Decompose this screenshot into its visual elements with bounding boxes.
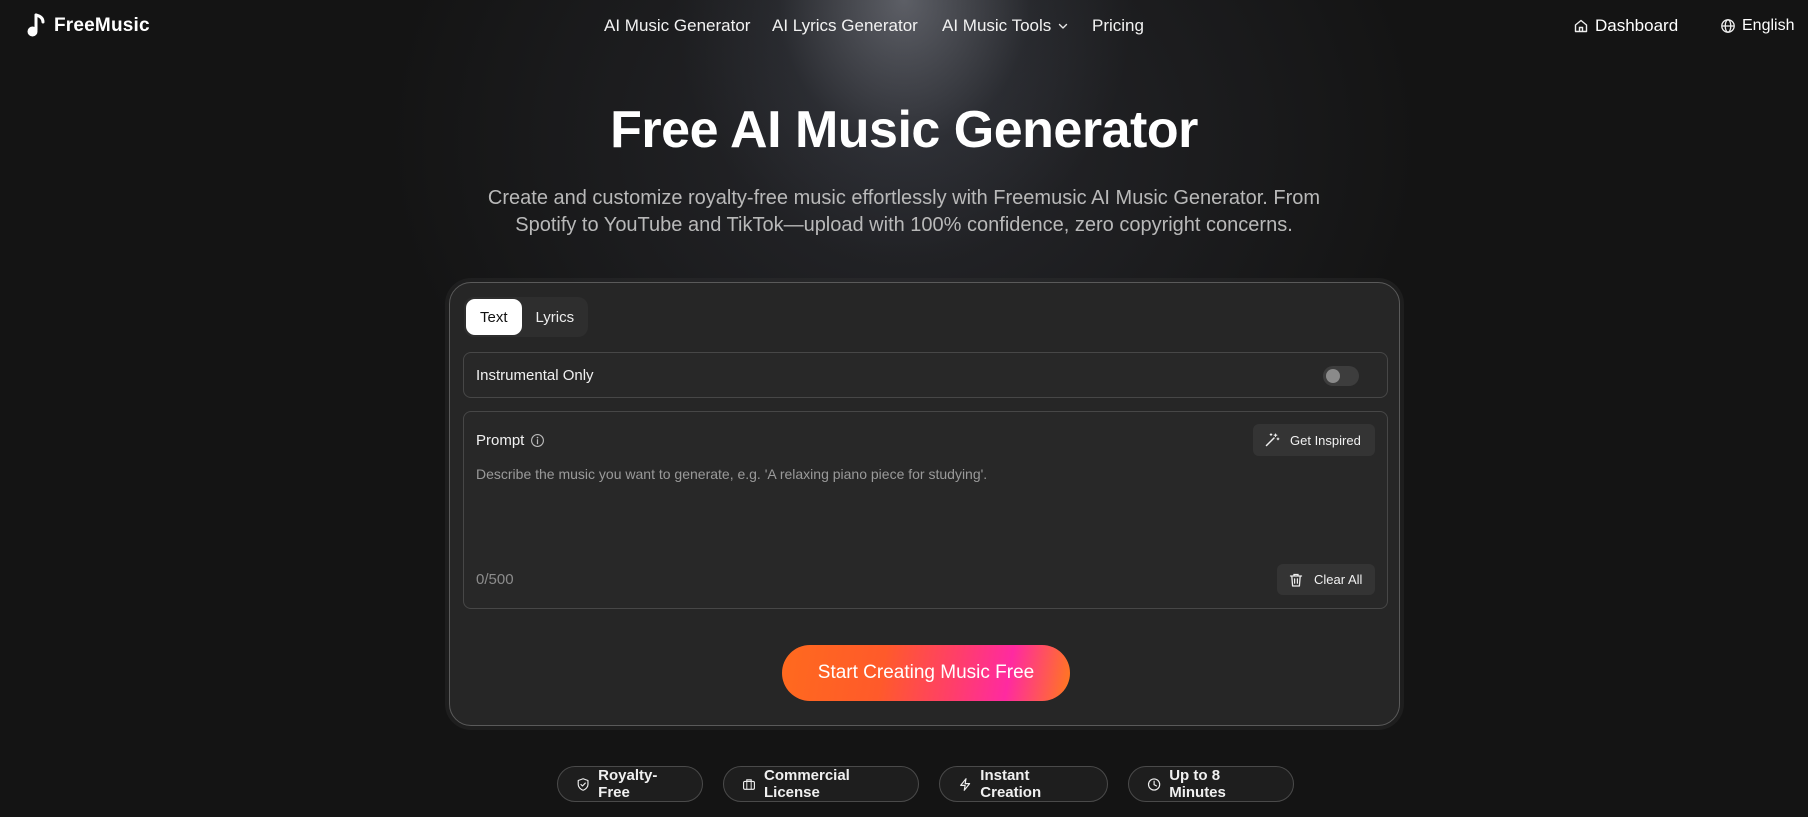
music-note-icon (27, 13, 45, 37)
clock-icon (1147, 777, 1161, 791)
magic-wand-icon (1265, 433, 1280, 447)
language-label: English (1742, 17, 1795, 34)
char-counter: 0/500 (476, 571, 514, 588)
instrumental-row: Instrumental Only (463, 352, 1388, 398)
top-navbar: FreeMusic AI Music Generator AI Lyrics G… (0, 0, 1808, 52)
generator-card: Text Lyrics Instrumental Only Prompt Get… (449, 282, 1400, 726)
feature-label: Instant Creation (980, 767, 1042, 801)
get-inspired-label: Get Inspired (1290, 432, 1361, 448)
mode-tabs: Text Lyrics (464, 297, 588, 337)
nav-ai-music-tools[interactable]: AI Music Tools (942, 16, 1069, 36)
page-subtitle: Create and customize royalty-free music … (487, 187, 1321, 236)
home-icon (1574, 19, 1588, 33)
feature-instant-creation: Instant Creation (939, 766, 1108, 802)
feature-royalty-free: Royalty-Free (557, 766, 703, 802)
nav-ai-lyrics-generator[interactable]: AI Lyrics Generator (772, 16, 918, 36)
start-creating-button[interactable]: Start Creating Music Free (782, 645, 1070, 701)
prompt-input[interactable] (476, 466, 1374, 536)
feature-up-to-8-minutes: Up to 8 Minutes (1128, 766, 1294, 802)
language-selector[interactable]: English (1720, 17, 1794, 35)
instrumental-toggle[interactable] (1323, 366, 1359, 386)
trash-icon (1289, 573, 1303, 587)
nav-pricing[interactable]: Pricing (1092, 16, 1144, 36)
prompt-label: Prompt (476, 432, 525, 449)
feature-label: Royalty-Free (598, 767, 658, 801)
nav-ai-music-tools-label: AI Music Tools (942, 16, 1052, 35)
feature-label: Commercial License (763, 767, 850, 801)
clear-all-button[interactable]: Clear All (1277, 564, 1375, 595)
brand-logo[interactable]: FreeMusic (26, 13, 150, 39)
brand-name: FreeMusic (54, 15, 150, 36)
toggle-knob (1326, 369, 1340, 383)
shield-check-icon (577, 777, 589, 791)
page-title: Free AI Music Generator (610, 101, 1198, 159)
clear-all-label: Clear All (1314, 572, 1363, 587)
tab-lyrics[interactable]: Lyrics (522, 299, 589, 335)
instrumental-label: Instrumental Only (476, 367, 594, 384)
feature-commercial-license: Commercial License (723, 766, 919, 802)
briefcase-icon (743, 778, 755, 790)
info-icon[interactable] (530, 433, 545, 448)
prompt-box: Prompt Get Inspired 0/500 (463, 411, 1388, 609)
nav-ai-music-generator[interactable]: AI Music Generator (604, 16, 750, 36)
lightning-icon (960, 777, 971, 791)
dashboard-label: Dashboard (1595, 16, 1679, 35)
feature-label: Up to 8 Minutes (1169, 767, 1226, 801)
get-inspired-button[interactable]: Get Inspired (1253, 424, 1375, 456)
tab-text[interactable]: Text (466, 299, 522, 335)
chevron-down-icon (1059, 23, 1068, 29)
dashboard-link[interactable]: Dashboard (1573, 16, 1678, 36)
prompt-header: Prompt (476, 432, 545, 449)
globe-icon (1721, 19, 1735, 33)
